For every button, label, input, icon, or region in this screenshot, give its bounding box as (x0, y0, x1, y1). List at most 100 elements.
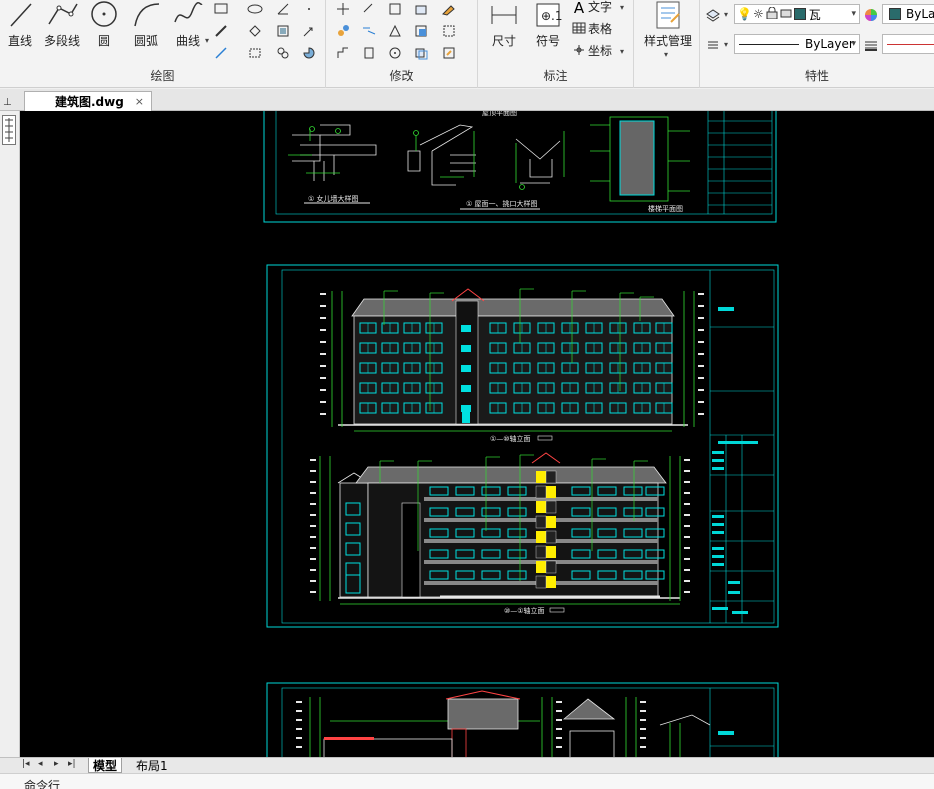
circle-tool-button[interactable]: 圆 (88, 0, 120, 49)
ray-icon[interactable] (212, 44, 230, 62)
symbol-icon: ⊕.1 (528, 0, 568, 30)
stair-window (461, 365, 471, 372)
style-manager-icon (638, 0, 698, 30)
modify-panel-title: 修改 (389, 69, 414, 83)
line-tool-button[interactable]: 直线 (2, 0, 38, 49)
style-manager-dropdown-arrow[interactable]: ▾ (664, 50, 668, 59)
dimension-text (698, 377, 704, 379)
coordinate-label[interactable]: 坐标 (588, 42, 612, 59)
layer-color-swatch (793, 8, 806, 20)
linetype-select[interactable]: ByLayer ▾ (734, 34, 860, 54)
lineweight-icon[interactable] (862, 36, 880, 54)
color-wheel-icon[interactable] (862, 6, 880, 24)
dimension-text (698, 353, 704, 355)
text-icon[interactable]: A (570, 0, 588, 17)
scale-icon[interactable] (440, 22, 458, 40)
explode-icon[interactable] (334, 44, 352, 62)
dimension-text (684, 514, 690, 516)
dimension-text (320, 329, 326, 331)
offset-icon[interactable] (412, 22, 430, 40)
coordinate-dropdown-arrow[interactable]: ▾ (620, 47, 624, 56)
revision-cloud-icon[interactable] (246, 44, 264, 62)
svg-text:⊕.1: ⊕.1 (541, 9, 563, 23)
text-dropdown-arrow[interactable]: ▾ (620, 3, 624, 12)
erase-icon[interactable] (440, 0, 458, 18)
layer-dropdown-arrow-small[interactable]: ▾ (724, 10, 728, 19)
rotate-icon[interactable] (386, 44, 404, 62)
drawing-explorer-icon[interactable] (2, 115, 16, 145)
dimension-text (684, 536, 690, 538)
drawing-canvas[interactable]: ① 女儿墙大样图 ① 屋面一、挑口大样图 屋顶平面图 楼梯平面图 ①—⑩轴立面 … (20, 111, 934, 757)
rear-elevation: ⑩—①轴立面 (310, 452, 690, 615)
color-value-text: ByLa (906, 7, 934, 21)
table-icon[interactable] (570, 19, 588, 37)
coordinate-icon[interactable] (570, 41, 588, 59)
dimension-text (684, 591, 690, 593)
lineweight-select[interactable] (882, 34, 934, 54)
point-icon[interactable] (300, 0, 318, 18)
prev-layout-icon[interactable]: ◂ (38, 759, 43, 769)
color-select[interactable]: ByLa (882, 4, 934, 24)
annotation-panel-title: 标注 (543, 69, 568, 83)
document-tab[interactable]: 建筑图.dwg × (24, 91, 152, 111)
symbol-button[interactable]: ⊕.1 符号 (528, 0, 568, 49)
boundary-icon[interactable] (300, 44, 318, 62)
curve-tool-button[interactable]: 曲线 (170, 0, 206, 49)
polyline-tool-button[interactable]: 多段线 (40, 0, 84, 49)
join-icon[interactable] (412, 44, 430, 62)
tab-model[interactable]: 模型 (88, 758, 123, 773)
arc-tool-button[interactable]: 圆弧 (128, 0, 164, 49)
tab-layout1[interactable]: 布局1 (132, 758, 172, 773)
dimension-text (320, 401, 326, 403)
line-icon (2, 0, 38, 30)
curve-dropdown-arrow[interactable]: ▾ (205, 36, 209, 45)
dimension-text (556, 719, 562, 721)
dimension-text (320, 317, 326, 319)
style-manager-button[interactable]: 样式管理 (638, 0, 698, 49)
layer-select[interactable]: 💡 ☼ 瓦 ▾ (734, 4, 860, 24)
array-icon[interactable] (386, 22, 404, 40)
stretch-icon[interactable] (412, 0, 430, 18)
table-label[interactable]: 表格 (588, 20, 612, 37)
construction-line-icon[interactable] (274, 0, 292, 18)
properties-edit-icon[interactable] (440, 44, 458, 62)
wipeout-icon[interactable] (274, 22, 292, 40)
move-icon[interactable] (334, 0, 352, 18)
close-tab-icon[interactable]: × (135, 95, 144, 108)
arc-icon (128, 0, 164, 30)
text-label[interactable]: 文字 (588, 0, 612, 15)
trim-icon[interactable] (360, 22, 378, 40)
break-icon[interactable] (360, 44, 378, 62)
hatch-line-icon[interactable] (212, 22, 230, 40)
polyline-icon (40, 0, 84, 30)
copy-icon[interactable] (360, 0, 378, 18)
linetype-dropdown-arrow-small[interactable]: ▾ (724, 40, 728, 49)
mirror-icon[interactable] (386, 0, 404, 18)
rectangle-icon[interactable] (212, 0, 230, 18)
properties-panel: ▾ 💡 ☼ 瓦 ▾ ByLa ▾ ByLayer ▾ 特性 (700, 0, 934, 88)
dimension-text (310, 569, 316, 571)
region-icon[interactable] (246, 22, 264, 40)
stair-shaft-panel (546, 486, 556, 498)
dimension-text (310, 481, 316, 483)
svg-text:①—⑩轴立面: ①—⑩轴立面 (490, 434, 531, 443)
cursor-draw-icon[interactable] (300, 22, 318, 40)
next-layout-icon[interactable]: ▸ (54, 759, 59, 769)
dimension-text (296, 728, 302, 730)
donut-icon[interactable] (274, 44, 292, 62)
command-line[interactable]: 命令行 (0, 773, 934, 789)
dimension-text (296, 701, 302, 703)
dimension-text (684, 503, 690, 505)
fillet-icon[interactable] (334, 22, 352, 40)
match-properties-icon[interactable] (704, 36, 722, 54)
first-layout-icon[interactable]: |◂ (22, 759, 30, 769)
ribbon: 直线 多段线 圆 圆弧 曲线 ▾ 绘图 修改 尺寸 ⊕.1 符号 A 文字 ▾ … (0, 0, 934, 88)
ellipse-icon[interactable] (246, 0, 264, 18)
layer-properties-icon[interactable] (704, 6, 722, 24)
dimension-button[interactable]: 尺寸 (484, 0, 524, 49)
dimension-text (310, 514, 316, 516)
last-layout-icon[interactable]: ▸| (68, 759, 76, 769)
dimension-text (296, 710, 302, 712)
pin-icon[interactable]: ⊥ (3, 97, 12, 108)
dimension-text (698, 329, 704, 331)
